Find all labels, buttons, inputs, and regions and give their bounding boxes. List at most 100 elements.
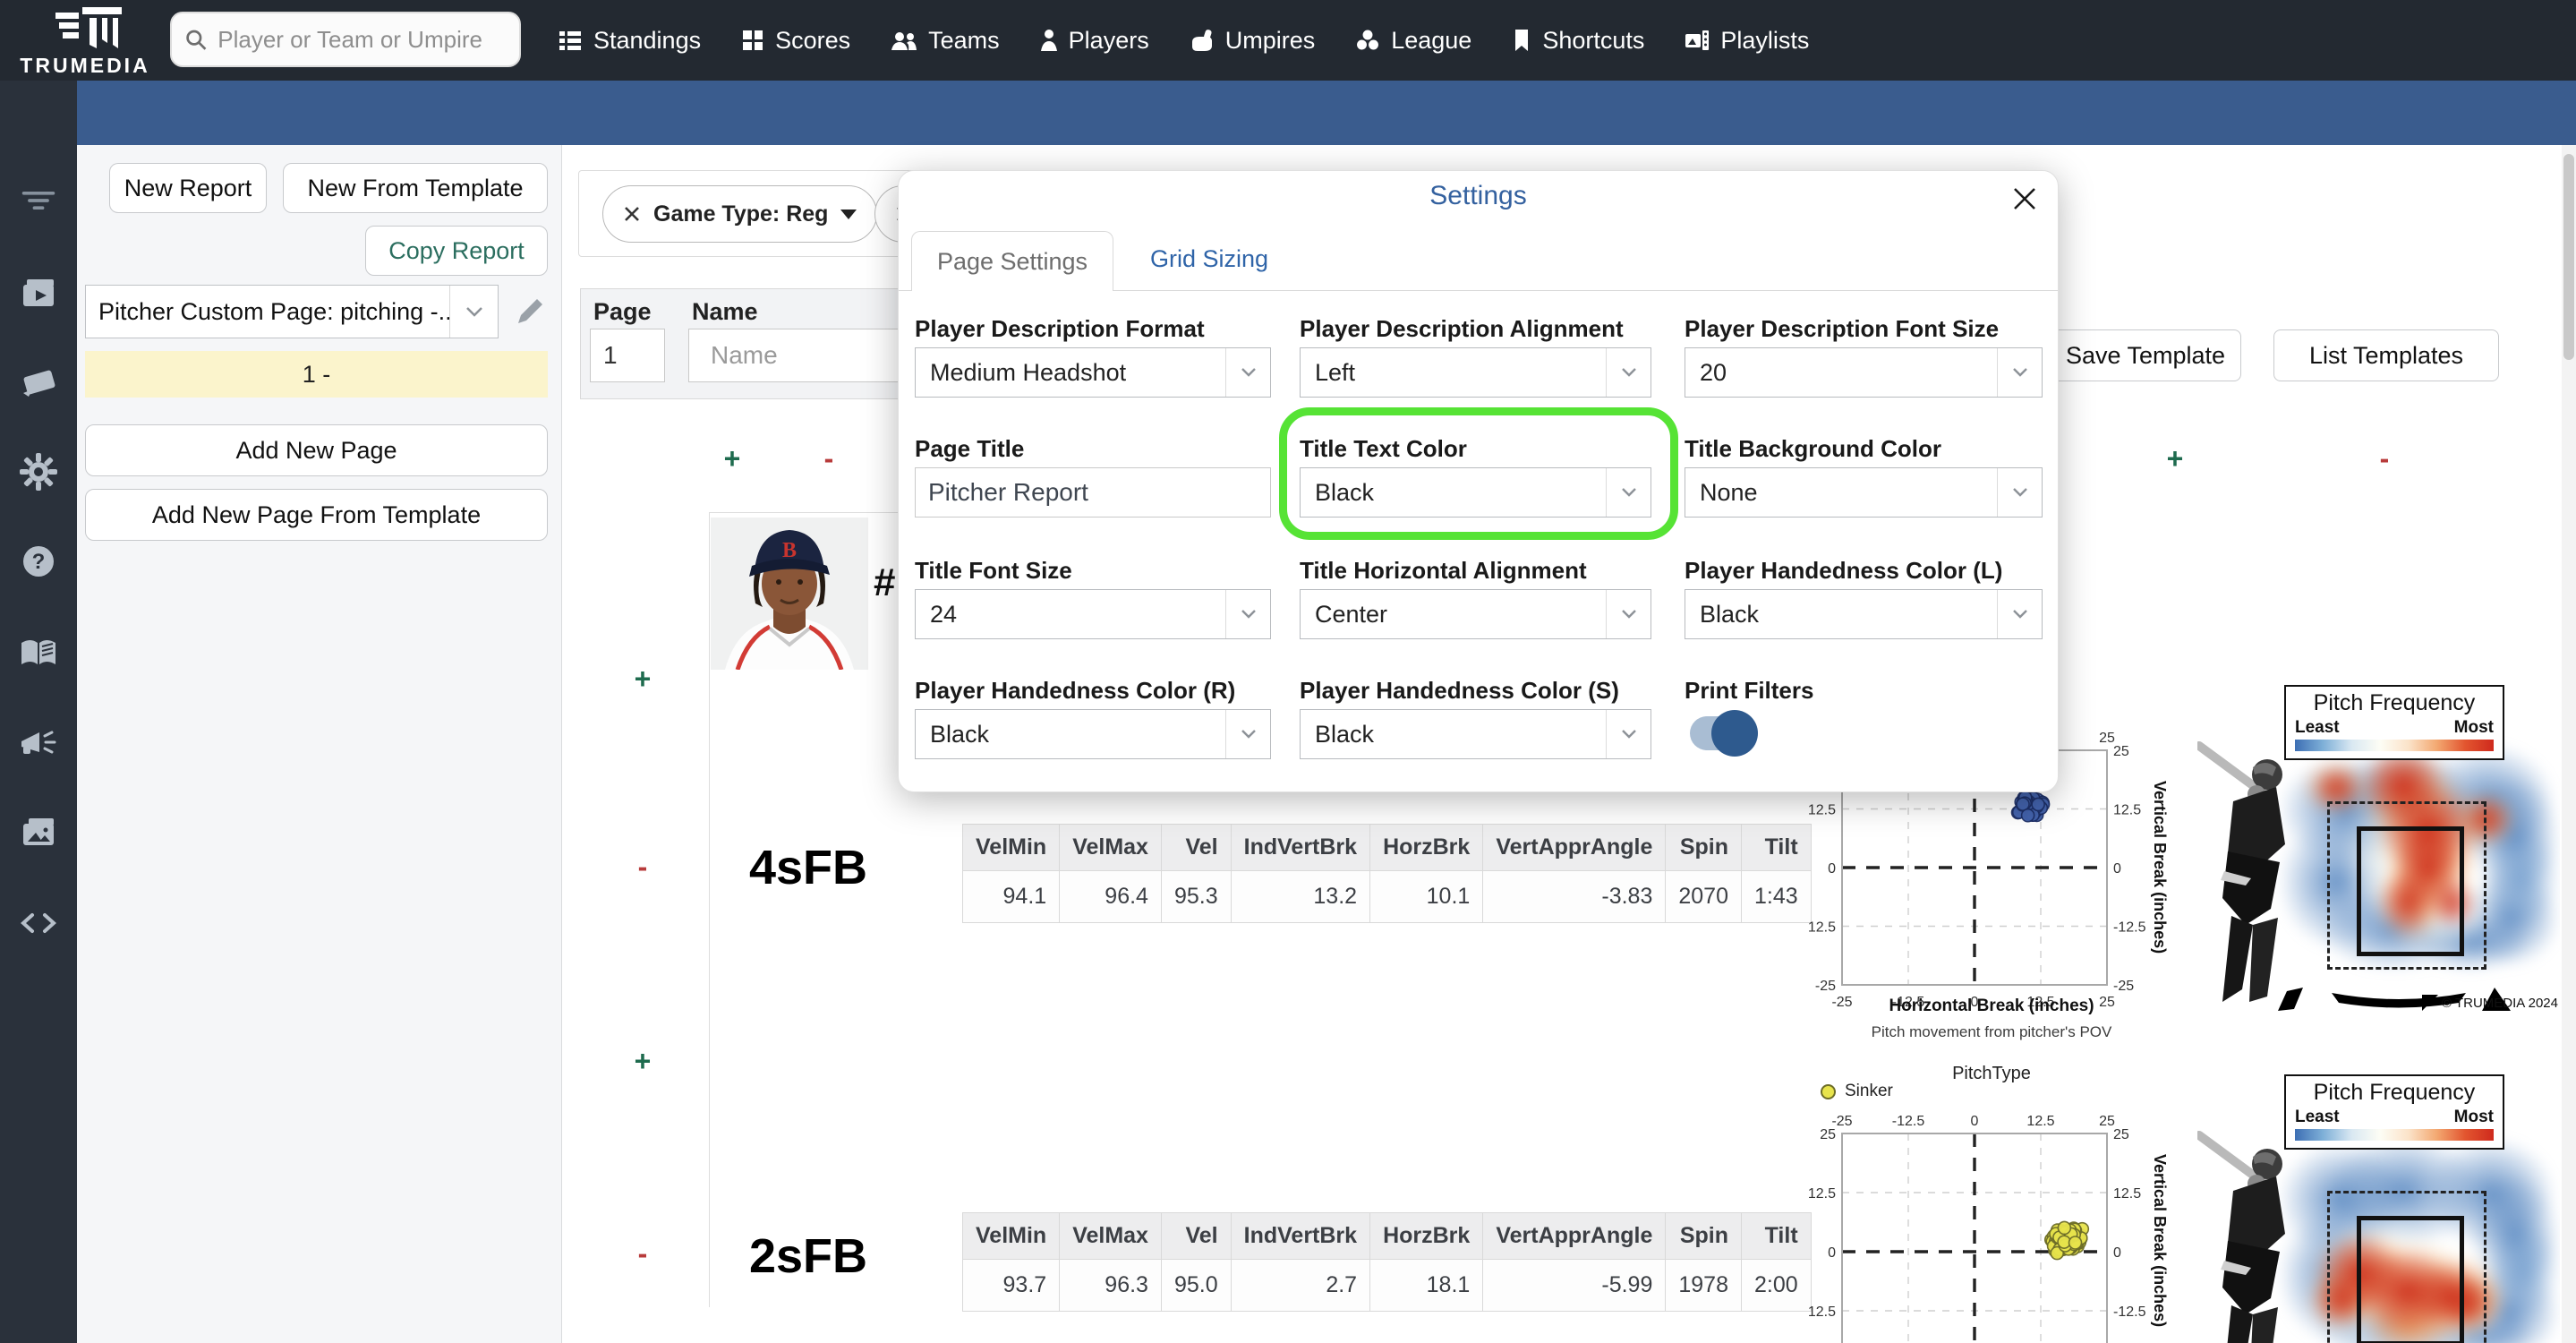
scores-icon <box>743 30 763 50</box>
edit-pencil-icon[interactable] <box>512 294 548 329</box>
field-label-title-text-color: Title Text Color <box>1300 435 1467 462</box>
active-page-row[interactable]: 1 - <box>85 351 548 398</box>
button-label: New Report <box>124 174 252 201</box>
add-new-page-button[interactable]: Add New Page <box>85 424 548 476</box>
select-player-description-font-size[interactable]: 20 <box>1685 347 2043 398</box>
save-template-button[interactable]: Save Template <box>2050 329 2241 381</box>
modal-title: Settings <box>1429 181 1527 210</box>
select-value: 24 <box>930 600 958 628</box>
strike-zone-outline <box>2357 826 2464 956</box>
grid-cell-border <box>709 512 710 1307</box>
tab-grid-sizing[interactable]: Grid Sizing <box>1150 245 1268 273</box>
remove-column-button[interactable]: - <box>811 441 847 476</box>
embed-code-icon[interactable] <box>18 902 59 944</box>
select-title-font-size[interactable]: 24 <box>915 589 1271 639</box>
video-library-icon[interactable] <box>18 272 59 313</box>
scrollbar-thumb[interactable] <box>2563 154 2574 360</box>
table-cell: -3.83 <box>1482 870 1667 923</box>
chevron-down-icon <box>1225 710 1270 758</box>
remove-row-button[interactable]: - <box>625 1236 661 1271</box>
new-report-button[interactable]: New Report <box>109 163 267 213</box>
add-column-button[interactable]: + <box>714 441 750 476</box>
pitch-type-label: 2sFB <box>748 1229 868 1283</box>
remove-column-button[interactable]: - <box>2367 441 2402 476</box>
nav-item-shortcuts[interactable]: Shortcuts <box>1511 27 1644 55</box>
nav-item-scores[interactable]: Scores <box>740 27 850 55</box>
filter-chip-label: Game Type: Reg <box>653 201 829 227</box>
filter-chip-game-type[interactable]: Game Type: Reg <box>602 185 878 243</box>
copy-report-button[interactable]: Copy Report <box>365 226 548 276</box>
select-player-handedness-color-r[interactable]: Black <box>915 709 1271 759</box>
left-icon-sidebar: ? <box>0 81 77 1343</box>
image-library-icon[interactable] <box>18 813 59 854</box>
svg-text:-12.5: -12.5 <box>2113 1305 2146 1320</box>
button-label: Copy Report <box>388 236 525 264</box>
select-player-description-alignment[interactable]: Left <box>1300 347 1651 398</box>
svg-text:B: B <box>782 539 797 562</box>
remove-row-button[interactable]: - <box>625 849 661 885</box>
nav-label: Standings <box>593 26 702 54</box>
select-title-text-color[interactable]: Black <box>1300 467 1651 518</box>
field-label-print-filters: Print Filters <box>1685 677 1814 704</box>
nav-item-league[interactable]: League <box>1354 27 1471 55</box>
chevron-down-icon <box>1225 348 1270 397</box>
field-label-title-font-size: Title Font Size <box>915 557 1072 584</box>
add-column-button[interactable]: + <box>2157 441 2193 476</box>
filter-icon[interactable] <box>18 180 59 221</box>
close-icon[interactable] <box>2003 177 2046 220</box>
trumedia-logo[interactable]: TRUMEDIA <box>9 2 161 79</box>
table-header-cell: Vel <box>1160 824 1232 871</box>
list-templates-button[interactable]: List Templates <box>2273 329 2499 381</box>
whiteboard-icon[interactable] <box>18 363 59 404</box>
select-player-description-format[interactable]: Medium Headshot <box>915 347 1271 398</box>
global-search <box>170 12 521 67</box>
tab-page-settings[interactable]: Page Settings <box>911 231 1113 291</box>
table-cell: 2:00 <box>1740 1259 1812 1312</box>
search-icon <box>186 30 207 50</box>
remove-filter-icon[interactable] <box>623 205 641 223</box>
select-value: Black <box>1315 720 1375 748</box>
print-filters-toggle-knob[interactable] <box>1711 710 1758 757</box>
report-page-select[interactable]: Pitcher Custom Page: pitching -... <box>85 285 499 338</box>
new-from-template-button[interactable]: New From Template <box>283 163 548 213</box>
chart-footnote: Pitch movement from pitcher's POV <box>1871 1023 2112 1040</box>
nav-item-players[interactable]: Players <box>1039 27 1149 55</box>
announcements-icon[interactable] <box>18 723 59 765</box>
nav-item-playlists[interactable]: Playlists <box>1684 27 1809 55</box>
table-header-cell: Spin <box>1665 824 1742 871</box>
add-row-button[interactable]: + <box>625 1043 661 1079</box>
copyright-note: © TRUMEDIA 2024 <box>2422 995 2558 1011</box>
chevron-down-icon <box>1997 348 2042 397</box>
search-input[interactable] <box>216 24 507 55</box>
select-player-handedness-color-s[interactable]: Black <box>1300 709 1651 759</box>
settings-gear-icon[interactable] <box>18 451 59 492</box>
select-title-horizontal-alignment[interactable]: Center <box>1300 589 1651 639</box>
app-screen: TRUMEDIA Standings Scores Teams <box>0 0 2576 1343</box>
report-header-bar <box>77 81 2576 145</box>
svg-text:12.5: 12.5 <box>2026 1114 2054 1129</box>
page-number-input[interactable] <box>590 329 665 382</box>
chevron-down-icon <box>1997 590 2042 638</box>
table-cell: 1978 <box>1665 1259 1742 1312</box>
add-new-page-from-template-button[interactable]: Add New Page From Template <box>85 489 548 541</box>
guide-book-icon[interactable] <box>18 632 59 673</box>
help-icon[interactable]: ? <box>18 541 59 582</box>
select-title-background-color[interactable]: None <box>1685 467 2043 518</box>
table-header-cell: VertApprAngle <box>1482 824 1667 871</box>
teams-icon <box>891 32 917 50</box>
table-header-cell: VelMin <box>961 1212 1061 1260</box>
nav-item-umpires[interactable]: Umpires <box>1189 26 1316 55</box>
table-header-cell: HorzBrk <box>1369 824 1484 871</box>
table-cell: 95.3 <box>1160 870 1232 923</box>
nav-label: Umpires <box>1224 26 1316 54</box>
button-label: Add New Page <box>235 436 397 464</box>
nav-item-standings[interactable]: Standings <box>557 27 701 55</box>
add-row-button[interactable]: + <box>625 661 661 697</box>
nav-item-teams[interactable]: Teams <box>890 27 1000 55</box>
strike-zone-outline <box>2357 1216 2464 1343</box>
table-header-cell: VelMin <box>961 824 1061 871</box>
select-player-handedness-color-l[interactable]: Black <box>1685 589 2043 639</box>
page-title-input[interactable] <box>915 467 1271 518</box>
league-icon <box>1355 29 1380 51</box>
table-cell: 2070 <box>1665 870 1742 923</box>
